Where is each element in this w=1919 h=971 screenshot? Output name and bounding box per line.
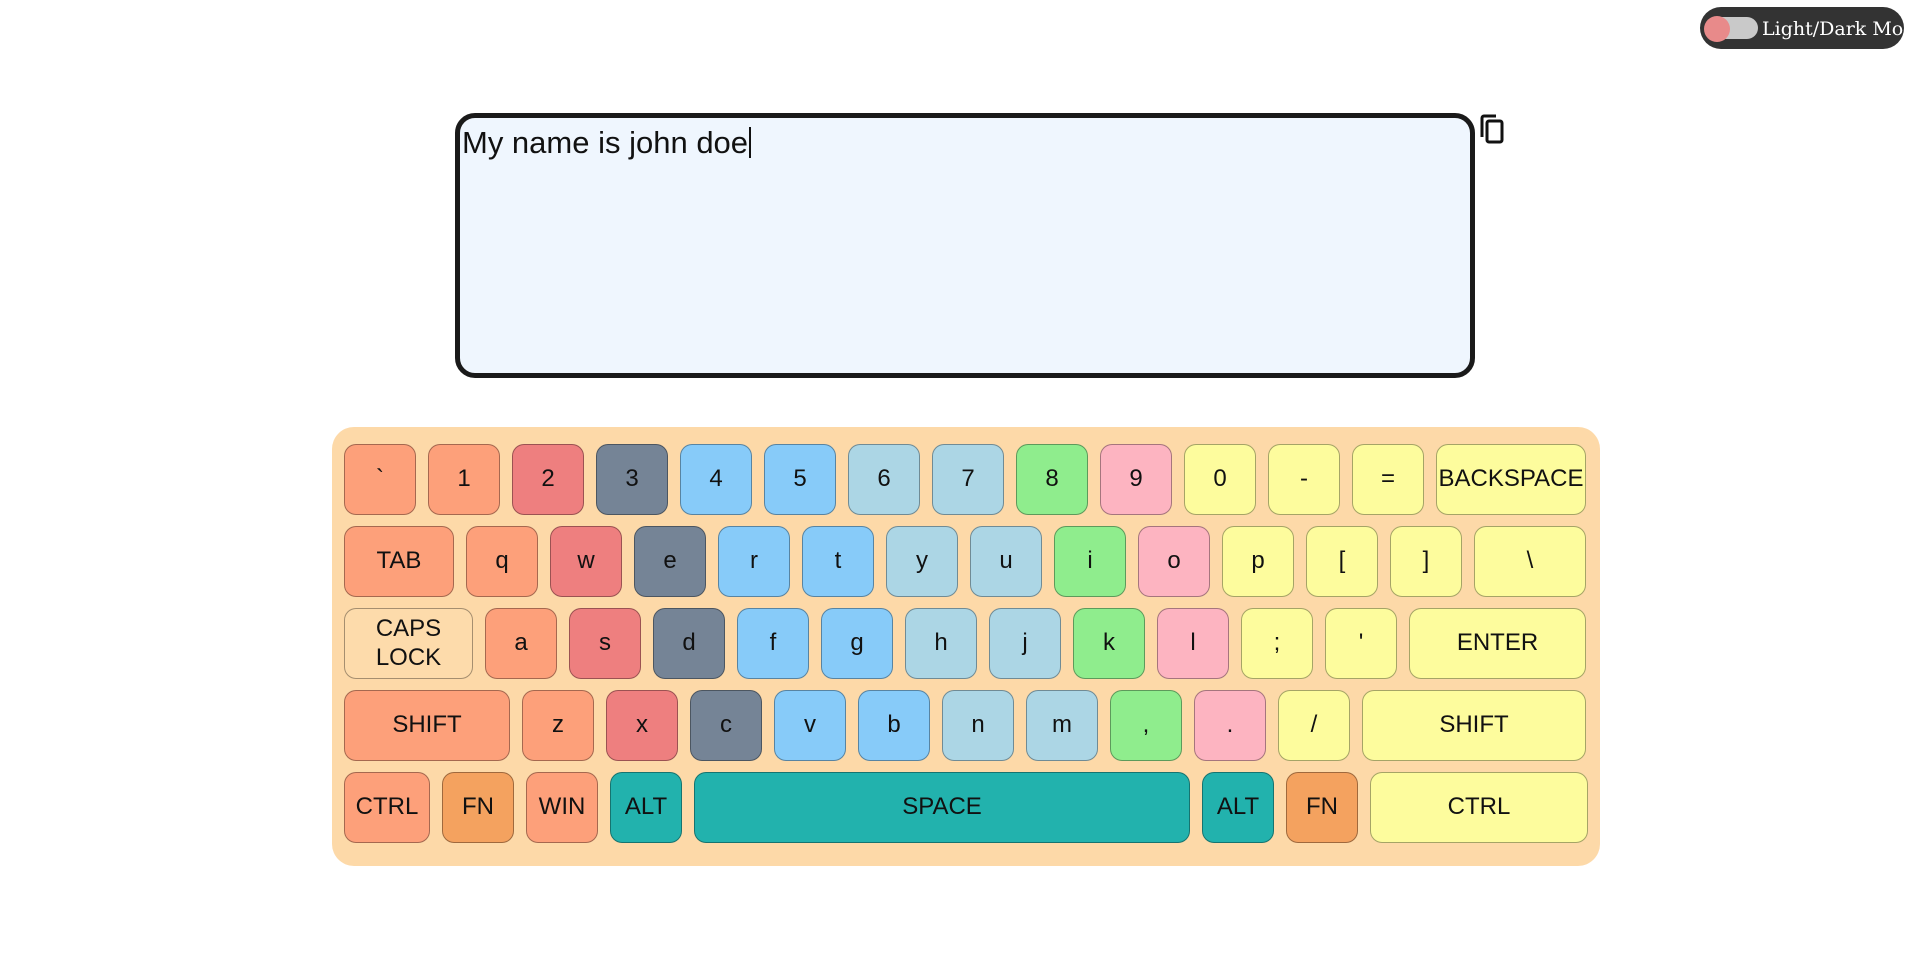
key-z[interactable]: z bbox=[522, 690, 594, 761]
key-v[interactable]: v bbox=[774, 690, 846, 761]
text-input-area[interactable]: My name is john doe bbox=[455, 113, 1475, 378]
key-u[interactable]: u bbox=[970, 526, 1042, 597]
key-k[interactable]: k bbox=[1073, 608, 1145, 679]
key-2[interactable]: 2 bbox=[512, 444, 584, 515]
key-ctrl[interactable]: CTRL bbox=[1370, 772, 1588, 843]
key-d[interactable]: d bbox=[653, 608, 725, 679]
key-alt[interactable]: ALT bbox=[1202, 772, 1274, 843]
key-w[interactable]: w bbox=[550, 526, 622, 597]
key-symbol-0-12[interactable]: = bbox=[1352, 444, 1424, 515]
text-caret bbox=[749, 127, 752, 158]
key-m[interactable]: m bbox=[1026, 690, 1098, 761]
key-0[interactable]: 0 bbox=[1184, 444, 1256, 515]
theme-toggle[interactable]: Light/Dark Mode bbox=[1700, 7, 1919, 49]
keyboard-row-number: ` 1 2 3 4 5 6 7 8 9 0- = BACKSPACE bbox=[344, 444, 1588, 516]
key-symbol-2-10[interactable]: ; bbox=[1241, 608, 1313, 679]
key-g[interactable]: g bbox=[821, 608, 893, 679]
key-1[interactable]: 1 bbox=[428, 444, 500, 515]
key-shift[interactable]: SHIFT bbox=[1362, 690, 1586, 761]
key-o[interactable]: o bbox=[1138, 526, 1210, 597]
key-symbol-1-11[interactable]: [ bbox=[1306, 526, 1378, 597]
key-symbol-2-11[interactable]: ' bbox=[1325, 608, 1397, 679]
key-x[interactable]: x bbox=[606, 690, 678, 761]
key-symbol-0-0[interactable]: ` bbox=[344, 444, 416, 515]
keyboard-row-modifier: CTRL FN WIN ALT SPACE ALT FN CTRL bbox=[344, 772, 1588, 844]
key-ctrl[interactable]: CTRL bbox=[344, 772, 430, 843]
key-5[interactable]: 5 bbox=[764, 444, 836, 515]
virtual-keyboard: ` 1 2 3 4 5 6 7 8 9 0- = BACKSPACE TAB q w e r t y u i o p[] \ … bbox=[332, 427, 1600, 866]
key-j[interactable]: j bbox=[989, 608, 1061, 679]
key-t[interactable]: t bbox=[802, 526, 874, 597]
key-r[interactable]: r bbox=[718, 526, 790, 597]
key-enter[interactable]: ENTER bbox=[1409, 608, 1586, 679]
key-a[interactable]: a bbox=[485, 608, 557, 679]
key-caps-lock[interactable]: CAPS LOCK bbox=[344, 608, 473, 679]
key-p[interactable]: p bbox=[1222, 526, 1294, 597]
key-fn[interactable]: FN bbox=[1286, 772, 1358, 843]
key-c[interactable]: c bbox=[690, 690, 762, 761]
key-4[interactable]: 4 bbox=[680, 444, 752, 515]
key-alt[interactable]: ALT bbox=[610, 772, 682, 843]
key-e[interactable]: e bbox=[634, 526, 706, 597]
keyboard-row-bottom: SHIFT z x c v b n m,. / SHIFT bbox=[344, 690, 1588, 762]
key-h[interactable]: h bbox=[905, 608, 977, 679]
text-value: My name is john doe bbox=[462, 125, 749, 160]
key-6[interactable]: 6 bbox=[848, 444, 920, 515]
keyboard-row-top: TAB q w e r t y u i o p[] \ bbox=[344, 526, 1588, 598]
key-tab[interactable]: TAB bbox=[344, 526, 454, 597]
key-q[interactable]: q bbox=[466, 526, 538, 597]
key-symbol-0-11[interactable]: - bbox=[1268, 444, 1340, 515]
key-9[interactable]: 9 bbox=[1100, 444, 1172, 515]
key-backspace[interactable]: BACKSPACE bbox=[1436, 444, 1586, 515]
key-i[interactable]: i bbox=[1054, 526, 1126, 597]
key-shift[interactable]: SHIFT bbox=[344, 690, 510, 761]
key-b[interactable]: b bbox=[858, 690, 930, 761]
key-symbol-3-8[interactable]: , bbox=[1110, 690, 1182, 761]
key-win[interactable]: WIN bbox=[526, 772, 598, 843]
key-symbol-3-9[interactable]: . bbox=[1194, 690, 1266, 761]
key-7[interactable]: 7 bbox=[932, 444, 1004, 515]
key-symbol-1-13[interactable]: \ bbox=[1474, 526, 1586, 597]
key-y[interactable]: y bbox=[886, 526, 958, 597]
copy-icon[interactable] bbox=[1478, 113, 1506, 145]
toggle-knob[interactable] bbox=[1704, 16, 1730, 42]
key-3[interactable]: 3 bbox=[596, 444, 668, 515]
key-8[interactable]: 8 bbox=[1016, 444, 1088, 515]
keyboard-row-home: CAPS LOCK a s d f g h j k l; ' ENTER bbox=[344, 608, 1588, 680]
theme-toggle-label: Light/Dark Mode bbox=[1762, 18, 1919, 40]
key-space[interactable]: SPACE bbox=[694, 772, 1190, 843]
key-symbol-1-12[interactable]: ] bbox=[1390, 526, 1462, 597]
key-n[interactable]: n bbox=[942, 690, 1014, 761]
key-symbol-3-10[interactable]: / bbox=[1278, 690, 1350, 761]
key-s[interactable]: s bbox=[569, 608, 641, 679]
key-f[interactable]: f bbox=[737, 608, 809, 679]
key-fn[interactable]: FN bbox=[442, 772, 514, 843]
key-l[interactable]: l bbox=[1157, 608, 1229, 679]
